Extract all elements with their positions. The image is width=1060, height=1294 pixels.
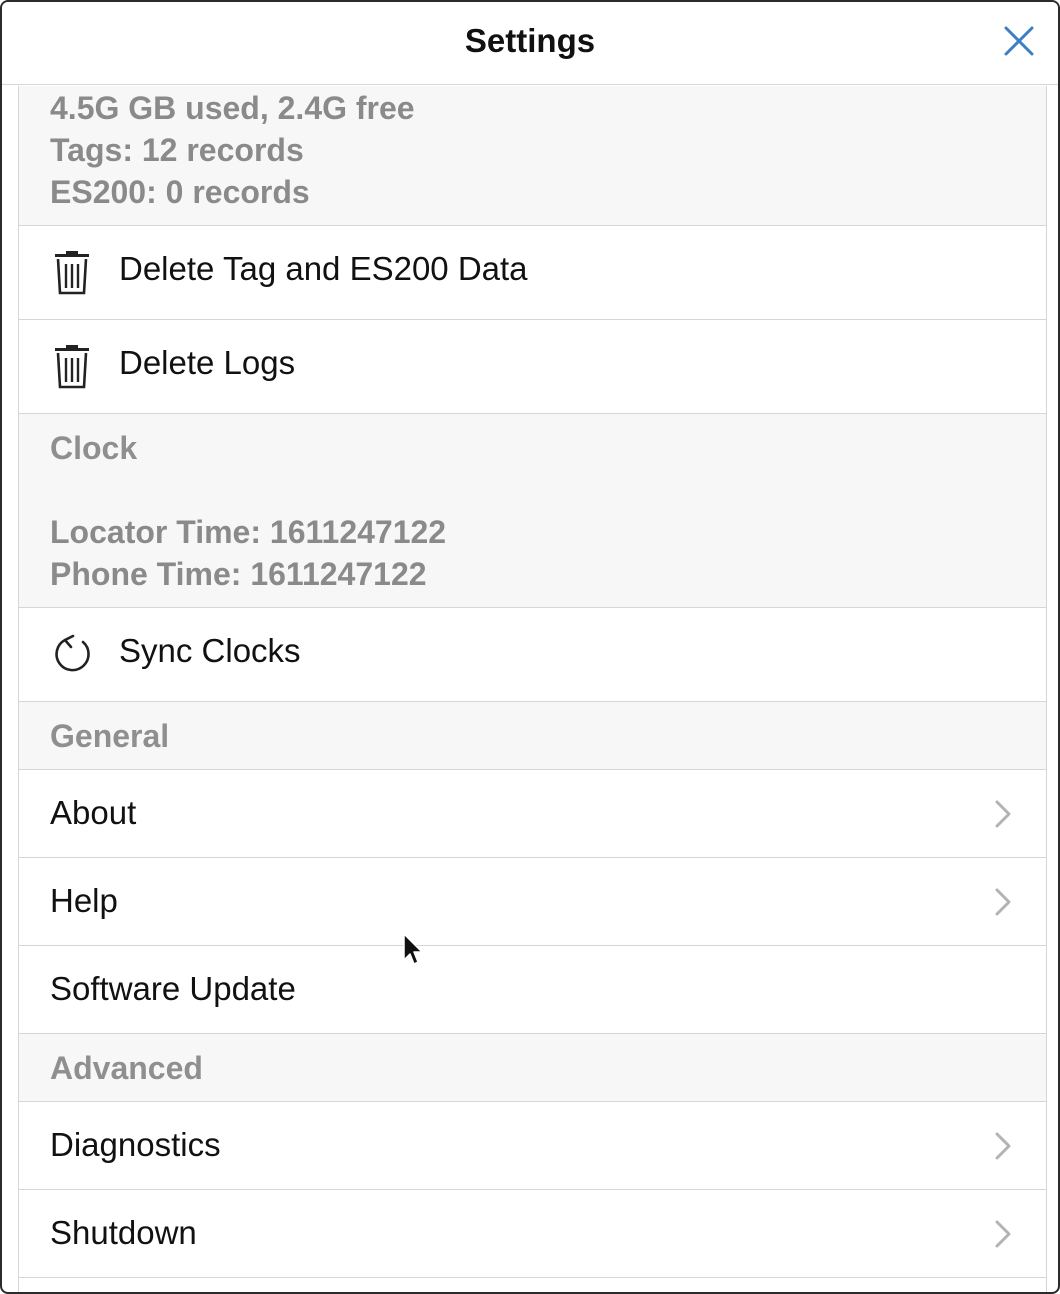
mouse-cursor-icon — [403, 933, 423, 965]
advanced-title: Advanced — [50, 1050, 203, 1086]
chevron-right-icon — [995, 1132, 1011, 1160]
tags-count: Tags: 12 records — [50, 132, 304, 168]
phone-time: Phone Time: 1611247122 — [50, 556, 427, 592]
clock-header: Clock — [50, 430, 138, 466]
page-title: Settings — [464, 22, 596, 59]
locator-time: Locator Time: 1611247122 — [50, 514, 447, 550]
title-bar: Settings — [2, 2, 1058, 85]
general-header: General — [19, 702, 1046, 770]
sync-icon — [55, 634, 90, 672]
diagnostics-item[interactable]: Diagnostics — [19, 1102, 1046, 1190]
about-item[interactable]: About — [19, 770, 1046, 858]
general-title: General — [50, 718, 170, 754]
delete-tag-data-label: Delete Tag and ES200 Data — [119, 250, 528, 287]
trash-icon — [55, 345, 89, 389]
settings-list[interactable]: 4.5G GB used, 2.4G free Tags: 12 records… — [18, 86, 1047, 1292]
software-update-item[interactable]: Software Update — [19, 946, 1046, 1034]
sync-clocks-label: Sync Clocks — [119, 632, 301, 669]
close-button[interactable] — [1002, 24, 1036, 58]
sync-clocks-button[interactable]: Sync Clocks — [19, 608, 1046, 702]
chevron-right-icon — [995, 800, 1011, 828]
settings-window: Settings 4.5G GB used, 2.4G free Tags: 1… — [0, 0, 1060, 1294]
delete-tag-data-button[interactable]: Delete Tag and ES200 Data — [19, 226, 1046, 320]
about-label: About — [50, 794, 137, 831]
delete-logs-button[interactable]: Delete Logs — [19, 320, 1046, 414]
trash-icon — [55, 251, 89, 295]
shutdown-item[interactable]: Shutdown — [19, 1190, 1046, 1278]
delete-logs-label: Delete Logs — [119, 344, 296, 381]
clock-section: Clock Locator Time: 1611247122 Phone Tim… — [19, 414, 1046, 608]
diagnostics-label: Diagnostics — [50, 1126, 221, 1163]
shutdown-label: Shutdown — [50, 1214, 197, 1251]
help-label: Help — [50, 882, 118, 919]
advanced-header: Advanced — [19, 1034, 1046, 1102]
chevron-right-icon — [995, 888, 1011, 916]
close-icon — [1004, 26, 1034, 56]
storage-info: 4.5G GB used, 2.4G free Tags: 12 records… — [19, 86, 1046, 226]
help-item[interactable]: Help — [19, 858, 1046, 946]
software-update-label: Software Update — [50, 970, 296, 1007]
storage-usage: 4.5G GB used, 2.4G free — [50, 90, 415, 126]
chevron-right-icon — [995, 1220, 1011, 1248]
es200-count: ES200: 0 records — [50, 174, 310, 210]
